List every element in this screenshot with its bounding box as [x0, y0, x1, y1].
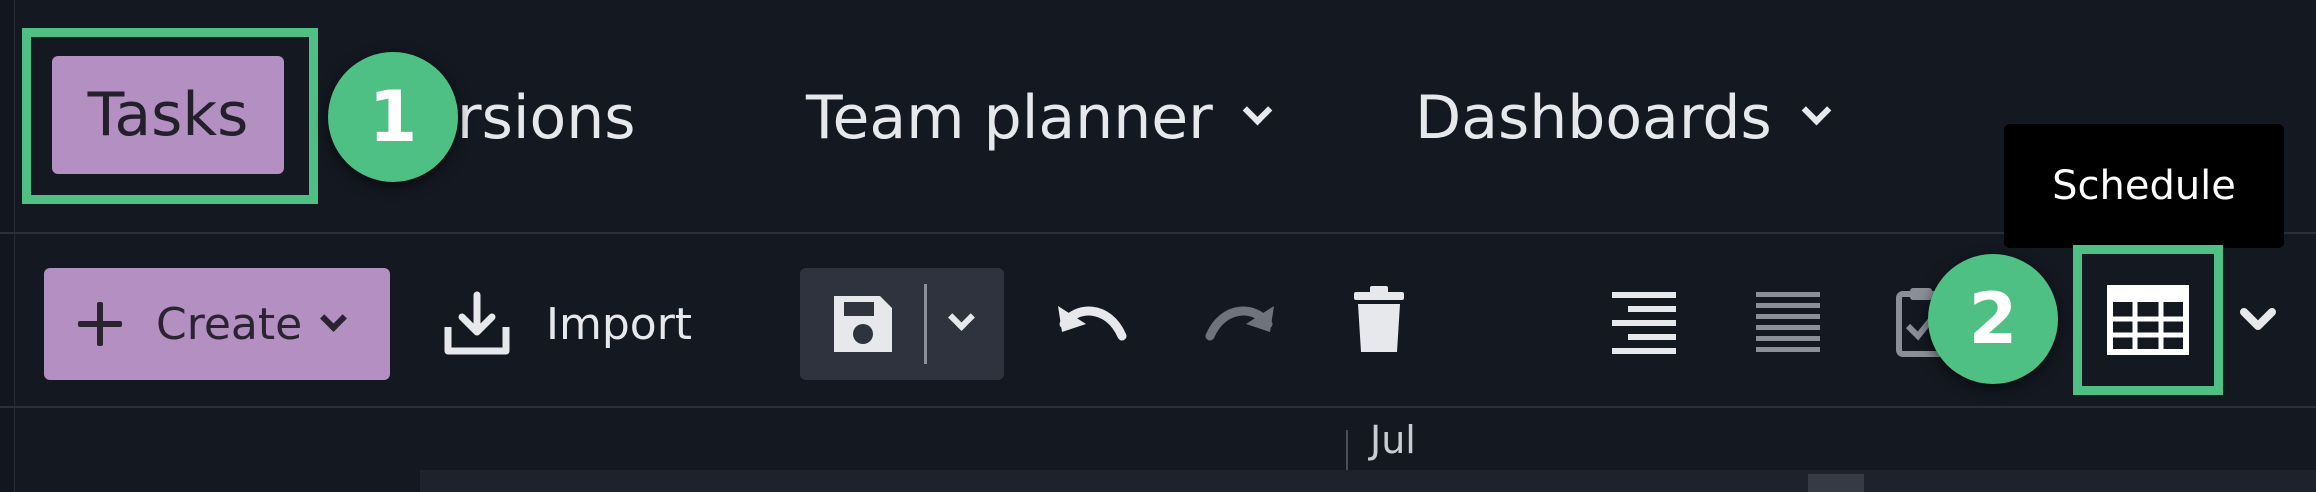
highlight-box-schedule	[2073, 245, 2223, 395]
timeline-header: Jul	[0, 408, 2316, 492]
highlight-box-tasks	[22, 28, 318, 204]
step-badge-number: 1	[368, 76, 418, 158]
import-icon	[444, 291, 510, 355]
step-badge-1: 1	[328, 52, 458, 182]
timeline-marker	[1808, 474, 1864, 492]
timeline-bar	[420, 470, 2316, 492]
save-icon	[834, 296, 892, 352]
import-button-label: Import	[546, 298, 693, 350]
month-tick	[1346, 430, 1348, 470]
create-button[interactable]: Create	[44, 268, 390, 380]
tab-dashboards-label: Dashboards	[1415, 83, 1772, 153]
save-button-group[interactable]	[800, 268, 1004, 380]
divider	[924, 284, 927, 364]
align-justify-icon[interactable]	[1756, 290, 1820, 354]
align-right-icon[interactable]	[1612, 290, 1676, 354]
import-button[interactable]: Import	[442, 268, 692, 380]
month-label: Jul	[1370, 418, 1416, 462]
step-badge-number: 2	[1968, 278, 2018, 360]
chevron-down-icon	[1801, 95, 1832, 125]
page: Tasks ersions Team planner Dashboards Cr…	[0, 0, 2316, 492]
undo-icon[interactable]	[1054, 294, 1132, 354]
chevron-down-icon	[320, 304, 348, 332]
redo-icon[interactable]	[1200, 294, 1278, 354]
chevron-down-icon	[1242, 95, 1273, 125]
trash-icon[interactable]	[1352, 286, 1406, 356]
tab-team-planner-label: Team planner	[806, 83, 1213, 153]
create-button-label: Create	[156, 298, 303, 350]
tab-team-planner[interactable]: Team planner	[806, 60, 1273, 176]
chevron-down-icon[interactable]	[948, 304, 975, 331]
tab-dashboards[interactable]: Dashboards	[1415, 60, 1832, 176]
tooltip-text: Schedule	[2052, 163, 2236, 209]
schedule-tooltip: Schedule	[2004, 124, 2284, 248]
chevron-down-icon[interactable]	[2238, 306, 2278, 334]
step-badge-2: 2	[1928, 254, 2058, 384]
plus-icon	[78, 302, 122, 346]
